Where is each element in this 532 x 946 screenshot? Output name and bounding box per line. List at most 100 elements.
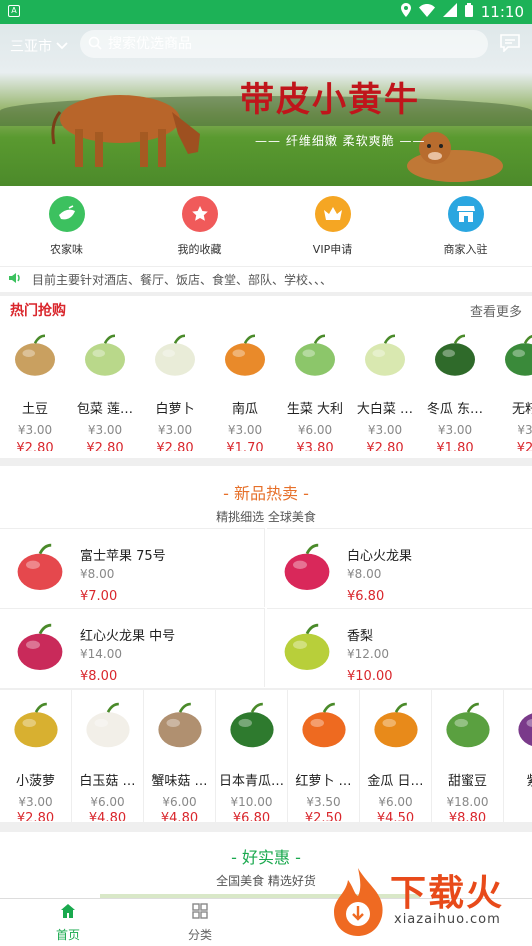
hot-buy-item[interactable]: 白萝卜 ¥3.00 ¥2.80 [140,330,210,451]
product-image [511,698,532,756]
quick-nav-label: 商家入驻 [443,243,488,256]
signal-icon [442,3,457,21]
watermark-text: 下载火 [390,873,505,914]
product-name: 紫包 [507,770,532,789]
hot-buy-item[interactable]: 南瓜 ¥3.00 ¥1.70 [210,330,280,451]
product-price: ¥3.00 [227,423,263,437]
product-sale-price: ¥3.80 [296,441,334,451]
product-image [7,698,65,756]
store-icon [447,196,484,232]
product-name: 无籽 [511,402,532,417]
view-more-link[interactable]: 查看更多 [470,301,522,320]
product-sale-price: ¥4.80 [88,811,127,821]
product-price: ¥6.00 [162,795,197,809]
product-row-item[interactable]: 小菠萝 ¥3.00 ¥2.80 [0,690,72,822]
new-products-subtitle: 精挑细选 全球美食 [216,510,316,524]
hot-buy-item[interactable]: 包菜 莲… ¥3.00 ¥2.80 [70,330,140,451]
product-price: ¥6.00 [378,795,413,809]
tab-label: 首页 [55,928,80,942]
product-sale-price: ¥2.80 [156,441,194,451]
status-bar: A 11:10 [0,0,532,24]
product-name: 红心火龙果 中号 [80,629,176,644]
product-name: 香梨 [347,629,374,644]
product-price: ¥3.00 [367,423,403,437]
product-price: ¥6.00 [297,423,333,437]
wifi-icon [418,3,435,21]
product-sale-price: ¥4.50 [376,811,415,821]
hot-buy-item[interactable]: 大白菜 … ¥3.00 ¥2.80 [350,330,420,451]
product-row-item[interactable]: 甜蜜豆 ¥18.00 ¥8.80 [432,690,504,822]
search-icon [88,35,102,54]
product-sale-price: ¥6.80 [347,589,385,604]
product-price: ¥12.00 [347,647,389,661]
city-label: 三亚市 [10,39,52,55]
product-price: ¥10.00 [230,795,273,809]
flame-logo-icon [334,868,383,936]
product-sale-price: ¥7.00 [80,589,118,604]
hot-buy-item[interactable]: 无籽 ¥3 ¥2 [490,330,532,451]
hot-buy-item[interactable]: 土豆 ¥3.00 ¥2.80 [0,330,70,451]
product-image [358,330,412,384]
product-image [275,537,339,601]
new-product-card[interactable]: 富士苹果 75号 ¥8.00 ¥7.00 [0,528,265,607]
tab-category[interactable]: 分类 [170,903,230,943]
new-products-header: - 新品热卖 - 精挑细选 全球美食 [0,466,532,528]
product-sale-price: ¥10.00 [347,669,393,684]
grid-icon [192,903,208,922]
speaker-icon [8,272,22,287]
watermark: 下载火 xiazaihuo.com [320,862,532,946]
product-price: ¥6.00 [90,795,125,809]
city-selector[interactable]: 三亚市 [10,36,68,56]
product-image [223,698,281,756]
product-price: ¥3 [517,423,532,437]
product-image [8,330,62,384]
product-row-item[interactable]: 白玉菇 … ¥6.00 ¥4.80 [72,690,144,822]
product-row-item[interactable]: 紫包¥¥ [504,690,532,822]
new-product-card[interactable]: 白心火龙果 ¥8.00 ¥6.80 [267,528,532,607]
banner-headline: 带皮小黄牛 [240,80,420,120]
home-icon [60,903,76,922]
hot-buy-item[interactable]: 生菜 大利 ¥6.00 ¥3.80 [280,330,350,451]
product-row-item[interactable]: 金瓜 日… ¥6.00 ¥4.50 [360,690,432,822]
star-icon [181,196,218,232]
quick-nav-vip[interactable]: VIP申请 [266,186,399,266]
product-row-item[interactable]: 蟹味菇 … ¥6.00 ¥4.80 [144,690,216,822]
product-image [79,698,137,756]
product-price: ¥18.00 [446,795,489,809]
product-price: ¥3.00 [18,795,53,809]
product-price: ¥8.00 [347,567,382,581]
product-row-item[interactable]: 红萝卜 … ¥3.50 ¥2.50 [288,690,360,822]
product-row-item[interactable]: 日本青瓜… ¥10.00 ¥6.80 [216,690,288,822]
product-name: 蟹味菇 … [151,774,208,789]
quick-nav-farm[interactable]: 农家味 [0,186,133,266]
quick-nav-merchant[interactable]: 商家入驻 [399,186,532,266]
product-name: 大白菜 … [356,402,414,417]
product-sale-price: ¥2.80 [366,441,404,451]
message-icon[interactable] [500,34,520,56]
product-name: 白萝卜 [155,402,195,417]
hot-buy-item[interactable]: 冬瓜 东… ¥3.00 ¥1.80 [420,330,490,451]
product-name: 金瓜 日… [367,774,424,789]
product-image [295,698,353,756]
quick-nav-label: VIP申请 [312,243,353,256]
product-price: ¥3.50 [306,795,341,809]
quick-nav: 农家味 我的收藏 VIP申请 商家入驻 [0,186,532,266]
product-image [151,698,209,756]
tab-home[interactable]: 首页 [38,903,98,943]
notification-icon: A [8,5,20,17]
search-bar[interactable] [80,30,488,58]
product-price: ¥3.00 [157,423,193,437]
new-product-card[interactable]: 香梨 ¥12.00 ¥10.00 [267,608,532,687]
new-products-title: - 新品热卖 - [223,484,309,503]
location-icon [400,3,411,21]
notice-bar[interactable]: 目前主要针对酒店、餐厅、饭店、食堂、部队、学校、、、 [0,266,532,292]
quick-nav-favorites[interactable]: 我的收藏 [133,186,266,266]
watermark-url: xiazaihuo.com [394,912,501,927]
product-name: 红萝卜 … [295,774,352,789]
search-input[interactable] [108,36,468,52]
product-image [8,617,72,681]
clock: 11:10 [480,3,524,21]
notice-text: 目前主要针对酒店、餐厅、饭店、食堂、部队、学校、、、 [32,273,333,287]
product-price: ¥3.00 [437,423,473,437]
new-product-card[interactable]: 红心火龙果 中号 ¥14.00 ¥8.00 [0,608,265,687]
